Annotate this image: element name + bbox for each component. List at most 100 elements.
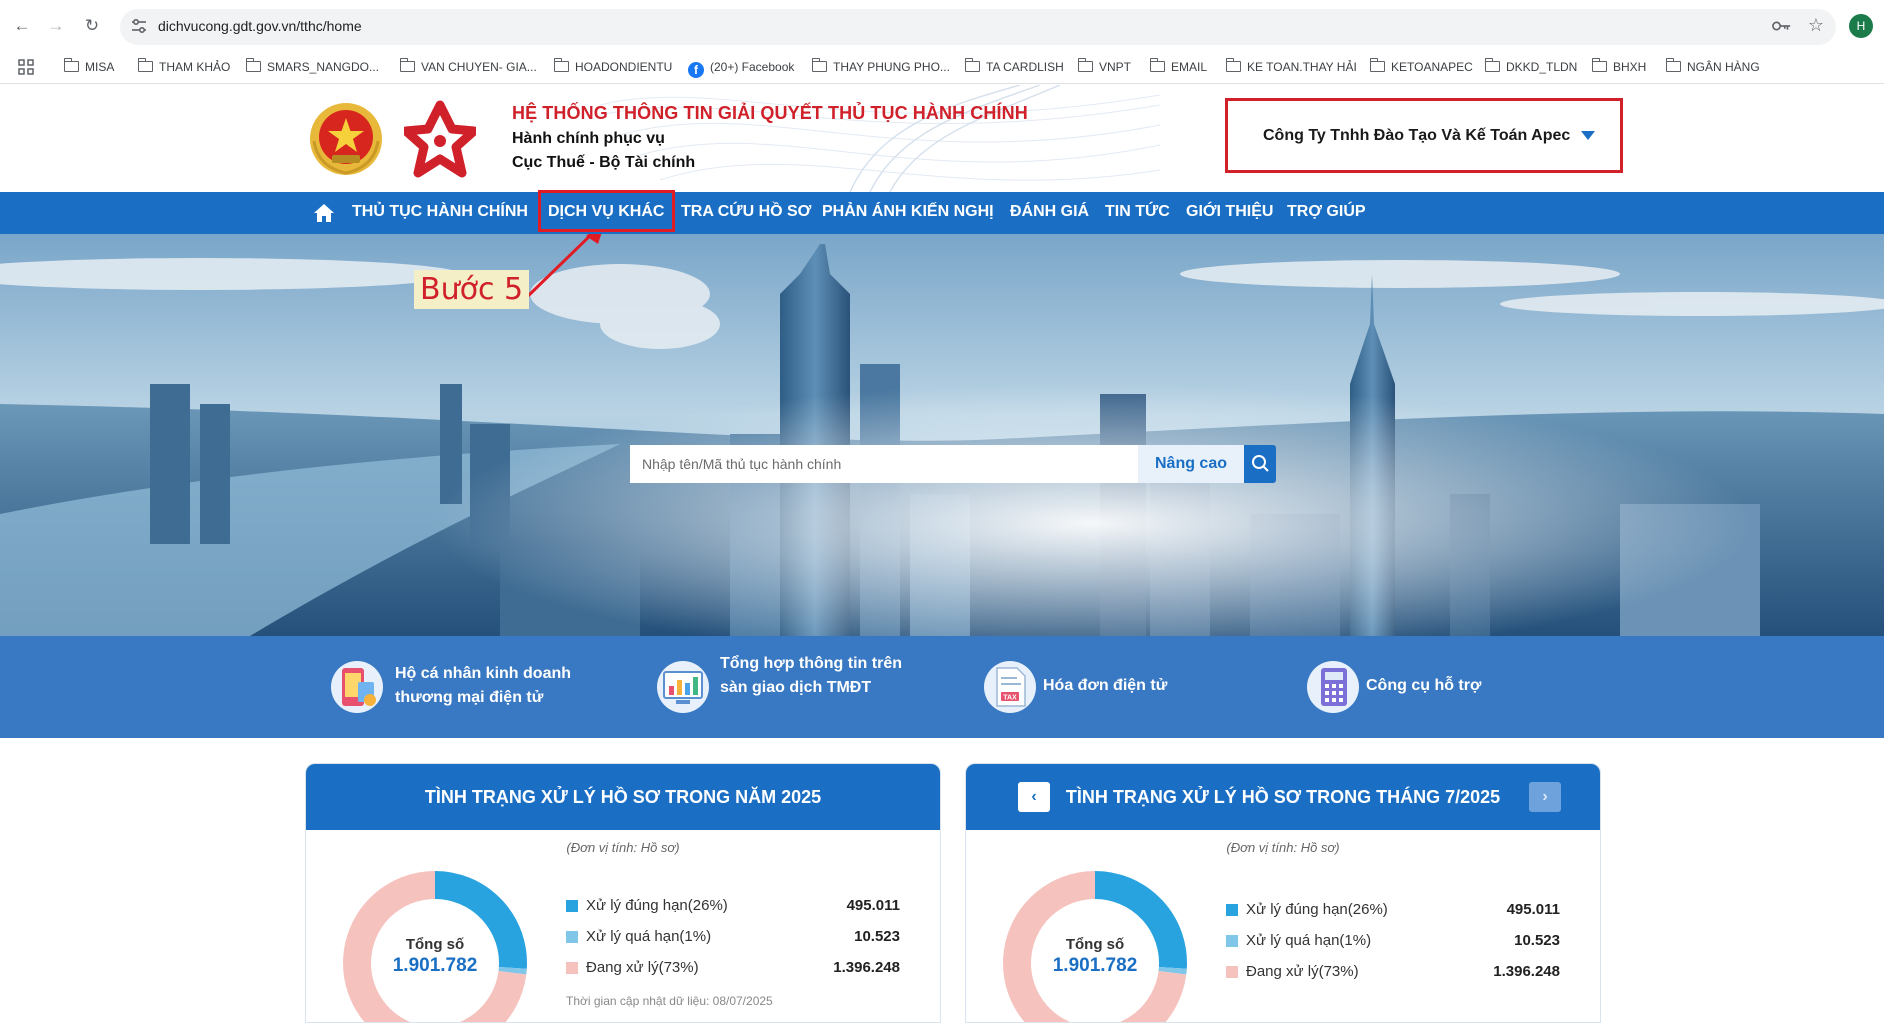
procedure-search-input[interactable] (630, 445, 1138, 483)
bookmark-label: VNPT (1099, 60, 1131, 74)
back-arrow-icon[interactable]: ← (10, 14, 34, 38)
nav-tin-tuc[interactable]: TIN TỨC (1105, 203, 1170, 221)
site-department: Cục Thuế - Bộ Tài chính (512, 154, 695, 172)
forward-arrow-icon[interactable]: → (44, 14, 68, 38)
password-key-icon[interactable] (1772, 17, 1792, 35)
card-unit: (Đơn vị tính: Hồ sơ) (306, 840, 940, 855)
search-icon (1244, 445, 1276, 483)
legend-swatch (1226, 904, 1238, 916)
url-text[interactable]: dichvucong.gdt.gov.vn/tthc/home (158, 18, 362, 34)
apps-grid-icon[interactable] (18, 59, 34, 75)
advanced-search-button[interactable]: Nâng cao (1138, 445, 1244, 483)
bookmark-item[interactable]: f(20+) Facebook (688, 56, 794, 78)
bookmark-item[interactable]: VAN CHUYEN- GIA... (400, 56, 537, 78)
legend-swatch (566, 931, 578, 943)
legend-row: Xử lý đúng hạn(26%) 495.011 (566, 895, 916, 917)
bookmark-item[interactable]: KETOANAPEC (1370, 56, 1473, 78)
legend-value: 10.523 (854, 928, 900, 945)
service-shortcuts: Hộ cá nhân kinh doanh thương mại điện tử… (0, 636, 1884, 738)
legend-value: 10.523 (1514, 932, 1560, 949)
site-info-icon[interactable] (130, 17, 148, 35)
address-bar[interactable]: dichvucong.gdt.gov.vn/tthc/home ☆ (120, 9, 1836, 45)
header-wave-decoration (600, 85, 1160, 192)
nav-tro-giup[interactable]: TRỢ GIÚP (1287, 203, 1366, 221)
bookmark-item[interactable]: KE TOAN.THAY HẢI (1226, 56, 1357, 78)
legend-swatch (1226, 966, 1238, 978)
tax-department-logo (404, 99, 476, 179)
service-label: Hóa đơn điện tử (1043, 674, 1167, 698)
city-skyline-image (0, 234, 1884, 636)
bookmark-star-icon[interactable]: ☆ (1808, 15, 1824, 36)
legend-label: Đang xử lý(73%) (586, 959, 699, 976)
bookmark-label: THAY PHUNG PHO... (833, 60, 950, 74)
legend-swatch (1226, 935, 1238, 947)
update-time-note: Thời gian cập nhật dữ liệu: 08/07/2025 (566, 994, 773, 1008)
bookmark-item[interactable]: THAM KHẢO (138, 56, 230, 78)
bookmark-label: MISA (85, 60, 114, 74)
bookmark-item[interactable]: SMARS_NANGDO... (246, 56, 379, 78)
bookmark-label: BHXH (1613, 60, 1646, 74)
bookmark-label: EMAIL (1171, 60, 1207, 74)
bookmark-label: HOADONDIENTU (575, 60, 672, 74)
step-highlight-box (538, 190, 675, 232)
hero-banner (0, 234, 1884, 636)
donut-total-label: Tổng số (1000, 936, 1190, 953)
nav-tra-cuu-ho-so[interactable]: TRA CỨU HỒ SƠ (681, 203, 811, 221)
bookmarks-bar: MISA THAM KHẢO SMARS_NANGDO... VAN CHUYEN- … (0, 50, 1884, 84)
folder-icon (1150, 61, 1165, 72)
donut-total-label: Tổng số (340, 936, 530, 953)
facebook-icon: f (688, 62, 704, 78)
bookmark-item[interactable]: VNPT (1078, 56, 1131, 78)
bookmark-label: SMARS_NANGDO... (267, 60, 379, 74)
bookmark-item[interactable]: THAY PHUNG PHO... (812, 56, 950, 78)
legend-swatch (566, 962, 578, 974)
legend-value: 1.396.248 (833, 959, 900, 976)
bookmark-item[interactable]: DKKD_TLDN (1485, 56, 1577, 78)
next-month-button[interactable]: › (1529, 782, 1561, 812)
service-label-line2: sàn giao dịch TMĐT (720, 676, 871, 700)
bookmark-item[interactable]: HOADONDIENTU (554, 56, 672, 78)
nav-gioi-thieu[interactable]: GIỚI THIỆU (1186, 203, 1273, 221)
bookmark-label: TA CARDLISH (986, 60, 1064, 74)
site-subtitle: Hành chính phục vụ (512, 130, 665, 148)
home-icon[interactable] (313, 203, 335, 223)
bookmark-item[interactable]: BHXH (1592, 56, 1646, 78)
folder-icon (965, 61, 980, 72)
search-button[interactable] (1244, 445, 1276, 483)
card-title-text: TÌNH TRẠNG XỬ LÝ HỒ SƠ TRONG THÁNG 7/202… (1066, 787, 1500, 807)
service-support-tools[interactable]: Công cụ hỗ trợ (1306, 636, 1506, 738)
legend-label: Xử lý quá hạn(1%) (1246, 932, 1371, 949)
service-label-line1: Hộ cá nhân kinh doanh (395, 662, 571, 686)
nav-thu-tuc-hanh-chinh[interactable]: THỦ TỤC HÀNH CHÍNH (352, 203, 528, 221)
bookmark-item[interactable]: TA CARDLISH (965, 56, 1064, 78)
legend-row: Xử lý đúng hạn(26%) 495.011 (1226, 899, 1576, 921)
national-emblem-logo (308, 101, 384, 177)
service-household-ecommerce[interactable]: Hộ cá nhân kinh doanh thương mại điện tử (330, 636, 610, 738)
legend-value: 495.011 (847, 897, 900, 914)
month-status-card: TÌNH TRẠNG XỬ LÝ HỒ SƠ TRONG THÁNG 7/202… (965, 763, 1601, 1023)
company-account-dropdown[interactable]: Công Ty Tnhh Đào Tạo Và Kế Toán Apec (1225, 98, 1623, 173)
nav-danh-gia[interactable]: ĐÁNH GIÁ (1010, 203, 1089, 221)
previous-month-button[interactable]: ‹ (1018, 782, 1050, 812)
profile-avatar[interactable]: H (1849, 14, 1873, 38)
reload-icon[interactable]: ↻ (80, 14, 104, 38)
card-title: TÌNH TRẠNG XỬ LÝ HỒ SƠ TRONG NĂM 2025 (306, 764, 940, 830)
folder-icon (246, 61, 261, 72)
service-ecommerce-summary[interactable]: Tổng hợp thông tin trên sàn giao dịch TM… (656, 636, 946, 738)
legend-row: Xử lý quá hạn(1%) 10.523 (566, 926, 916, 948)
folder-icon (64, 61, 79, 72)
year-status-card: TÌNH TRẠNG XỬ LÝ HỒ SƠ TRONG NĂM 2025 (Đ… (305, 763, 941, 1023)
bookmark-item[interactable]: NGÂN HÀNG (1666, 56, 1760, 78)
legend-label: Xử lý quá hạn(1%) (586, 928, 711, 945)
bookmark-item[interactable]: MISA (64, 56, 114, 78)
legend-swatch (566, 900, 578, 912)
bookmark-label: THAM KHẢO (159, 60, 230, 74)
bookmark-label: DKKD_TLDN (1506, 60, 1577, 74)
bookmark-label: KE TOAN.THAY HẢI (1247, 60, 1357, 74)
legend-row: Đang xử lý(73%) 1.396.248 (566, 957, 916, 979)
bookmark-label: VAN CHUYEN- GIA... (421, 60, 537, 74)
bookmark-item[interactable]: EMAIL (1150, 56, 1207, 78)
service-e-invoice[interactable]: TAX Hóa đơn điện tử (983, 636, 1183, 738)
caret-down-icon (1581, 131, 1595, 140)
nav-phan-anh-kien-nghi[interactable]: PHẢN ÁNH KIẾN NGHỊ (822, 203, 994, 221)
